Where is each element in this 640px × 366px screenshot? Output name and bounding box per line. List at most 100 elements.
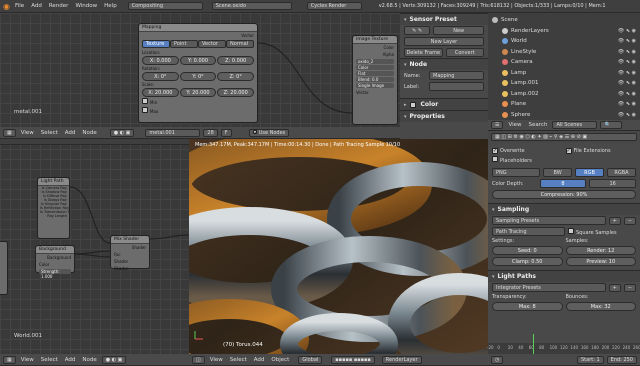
visibility-icons[interactable]: 👁 ⬉ ◉ — [618, 70, 636, 76]
rot-z[interactable]: Z: 0° — [217, 72, 255, 81]
loc-z[interactable]: Z: 0.000 — [217, 56, 255, 65]
visibility-icons[interactable]: 👁 ⬉ ◉ — [618, 59, 636, 65]
sampling-presets[interactable]: Sampling Presets — [492, 216, 606, 225]
depth-8[interactable]: 8 — [539, 179, 587, 188]
editor-type-icon[interactable]: ▦ — [3, 128, 16, 137]
outliner-editor-icon[interactable]: ☰ — [491, 121, 504, 129]
integrator-remove[interactable]: − — [623, 283, 636, 292]
max-toggle[interactable]: Max — [139, 106, 257, 115]
sampling-header[interactable]: ▾ Sampling — [488, 203, 640, 215]
background-strength[interactable]: Strength: 1.000 — [39, 269, 71, 279]
vp-menu-object[interactable]: Object — [269, 357, 291, 363]
min-toggle[interactable]: Min — [139, 97, 257, 106]
viewport-editor-icon[interactable]: ◫ — [192, 355, 205, 364]
outliner-item[interactable]: Plane 👁 ⬉ ◉ — [492, 99, 636, 110]
image-file[interactable]: oxido_2 — [356, 59, 394, 64]
convert-button[interactable]: Convert — [445, 48, 484, 57]
shader-type-icons[interactable]: ● ◐ ▣ — [109, 128, 135, 137]
outliner-scope-select[interactable]: All Scenes — [552, 121, 598, 129]
node-label-field[interactable] — [429, 82, 484, 91]
light-paths-header[interactable]: ▾ Light Paths — [488, 270, 640, 282]
left-offscreen-node[interactable] — [0, 241, 8, 295]
visibility-icons[interactable]: 👁 ⬉ ◉ — [618, 80, 636, 86]
outliner-item[interactable]: Lamp.001 👁 ⬉ ◉ — [492, 78, 636, 89]
outliner-item[interactable]: Lamp 👁 ⬉ ◉ — [492, 68, 636, 79]
timeline-editor-icon[interactable]: ◷ — [491, 355, 504, 364]
scale-x[interactable]: X: 20.000 — [142, 88, 179, 97]
visibility-icons[interactable]: 👁 ⬉ ◉ — [618, 49, 636, 55]
background-node[interactable]: Background Background Color Strength: 1.… — [35, 245, 75, 279]
orientation-select[interactable]: Global — [298, 355, 323, 364]
image-color-mode[interactable]: Color — [356, 65, 394, 70]
world-editor-icon[interactable]: ▦ — [3, 355, 16, 364]
delete-frame-button[interactable]: Delete Frame — [404, 48, 443, 57]
outliner-item[interactable]: Sphere 👁 ⬉ ◉ — [492, 110, 636, 121]
outliner-view-menu[interactable]: View — [506, 122, 523, 128]
menu-window[interactable]: Window — [73, 3, 99, 9]
vp-menu-add[interactable]: Add — [252, 357, 267, 363]
current-frame-marker[interactable] — [533, 334, 534, 354]
outliner-item[interactable]: RenderLayers 👁 ⬉ ◉ — [492, 26, 636, 37]
mode-bw[interactable]: BW — [543, 168, 573, 177]
compression-slider[interactable]: Compression: 90% — [492, 190, 636, 199]
sampling-remove[interactable]: − — [623, 216, 636, 225]
mode-rgb[interactable]: RGB — [575, 168, 605, 177]
material-users[interactable]: 28 — [203, 128, 218, 137]
world-menu-node[interactable]: Node — [80, 357, 98, 363]
gp-icons[interactable]: ✎ ✎ — [404, 26, 431, 35]
node-editor-world[interactable]: Light Path Is Camera Ray Is Shadow Ray Is … — [0, 139, 189, 354]
world-menu-view[interactable]: View — [19, 357, 36, 363]
overwrite-toggle[interactable]: ✓ Overwrite — [492, 148, 563, 154]
format-select[interactable]: PNG — [492, 168, 541, 177]
sampling-add[interactable]: + — [608, 216, 621, 225]
mat-menu-select[interactable]: Select — [39, 130, 60, 136]
image-blend[interactable]: Blend: 0.0 — [356, 77, 394, 82]
outliner-search-field[interactable]: 🔍 — [600, 121, 623, 129]
integrator-add[interactable]: + — [608, 283, 621, 292]
screen-selector[interactable]: Compositing — [127, 2, 203, 10]
node-section-header[interactable]: ▾ Node — [400, 58, 488, 70]
path-tracing-select[interactable]: Path Tracing — [492, 227, 565, 236]
mode-rgba[interactable]: RGBA — [607, 168, 636, 177]
new-layer-button[interactable]: New Layer — [404, 37, 484, 46]
properties-section-header[interactable]: ▾ Properties — [400, 110, 488, 122]
node-editor-material[interactable]: Mapping Vector Texture Point Vector Norm… — [0, 13, 400, 127]
material-name-field[interactable]: metal.001 — [145, 128, 201, 137]
depth-16[interactable]: 16 — [589, 179, 637, 188]
preview-samples-field[interactable]: Preview: 10 — [565, 257, 636, 266]
mapping-tab-vector[interactable]: Vector — [198, 40, 226, 48]
layer-buttons[interactable]: ▪▪▪▪▪ ▪▪▪▪▪ — [331, 355, 375, 364]
loc-y[interactable]: Y: 0.000 — [179, 56, 217, 65]
props-tab-icons[interactable]: ▦ ◫ ⊞ ⚙ ◉ ⬡ ◐ ✦ ▨ ⌁ ⚲ ◈ ☰ ⊕ ⊘ ▣ — [491, 133, 637, 141]
engine-selector[interactable]: Cycles Render — [306, 2, 362, 10]
menu-help[interactable]: Help — [102, 3, 119, 9]
menu-file[interactable]: File — [13, 3, 26, 9]
start-frame-field[interactable]: Start: 1 — [577, 355, 604, 364]
outliner-item[interactable]: Lamp.002 👁 ⬉ ◉ — [492, 89, 636, 100]
menu-render[interactable]: Render — [47, 3, 71, 9]
use-nodes-toggle[interactable]: ✓Use Nodes — [248, 128, 290, 137]
mix-shader-node[interactable]: Mix Shader Shader Fac Shader Shader — [110, 235, 150, 271]
mat-menu-node[interactable]: Node — [80, 130, 98, 136]
render-samples-field[interactable]: Render: 12 — [565, 246, 636, 255]
bounces-max[interactable]: Max: 32 — [565, 302, 636, 311]
vp-menu-select[interactable]: Select — [228, 357, 249, 363]
world-menu-select[interactable]: Select — [39, 357, 60, 363]
visibility-icons[interactable]: 👁 ⬉ ◉ — [618, 112, 636, 118]
image-source[interactable]: Single Image — [356, 83, 394, 88]
sensor-preset-header[interactable]: ▾ Sensor Preset — [400, 13, 488, 25]
integrator-presets[interactable]: Integrator Presets — [492, 283, 606, 292]
loc-x[interactable]: X: 0.000 — [142, 56, 179, 65]
outliner-item[interactable]: World 👁 ⬉ ◉ — [492, 36, 636, 47]
image-texture-node[interactable]: Image Texture Color Alpha oxido_2 Color … — [352, 35, 398, 125]
vp-menu-view[interactable]: View — [208, 357, 225, 363]
placeholders-toggle[interactable]: Placeholders — [492, 156, 636, 164]
end-frame-field[interactable]: End: 250 — [606, 355, 637, 364]
mapping-node[interactable]: Mapping Vector Texture Point Vector Norm… — [138, 23, 258, 123]
mapping-tab-texture[interactable]: Texture — [142, 40, 170, 48]
mapping-tab-point[interactable]: Point — [170, 40, 198, 48]
outliner-item[interactable]: LineStyle 👁 ⬉ ◉ — [492, 47, 636, 58]
visibility-icons[interactable]: 👁 ⬉ ◉ — [618, 38, 636, 44]
outliner-item[interactable]: Scene — [492, 15, 636, 26]
mat-menu-add[interactable]: Add — [63, 130, 78, 136]
